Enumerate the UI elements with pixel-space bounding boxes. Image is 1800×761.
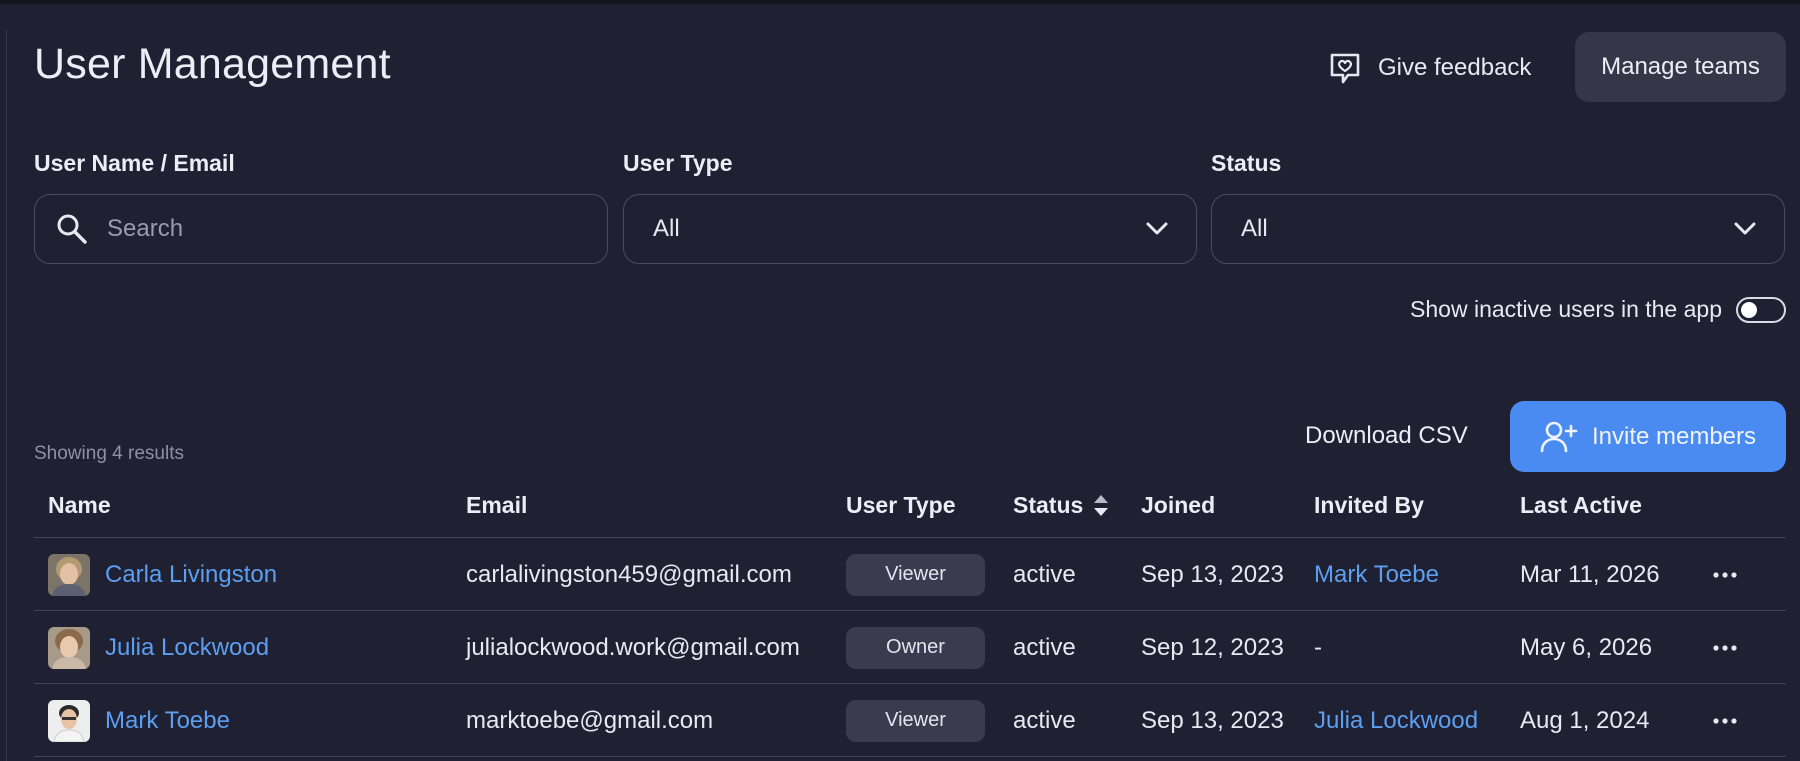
show-inactive-toggle[interactable] — [1736, 296, 1786, 323]
column-header-name[interactable]: Name — [48, 492, 111, 519]
user-type-badge: Owner — [846, 626, 985, 669]
more-options-button[interactable] — [1712, 538, 1738, 611]
give-feedback-button[interactable]: Give feedback — [1318, 40, 1588, 96]
invited-by-link[interactable]: Mark Toebe — [1314, 561, 1439, 589]
name-cell: Mark Toebe — [48, 684, 230, 757]
last-active-cell: Aug 1, 2024 — [1520, 706, 1650, 734]
name-cell: Carla Livingston — [48, 538, 277, 611]
status-label: Status — [1211, 150, 1282, 176]
table-row: Mark Toebe marktoebe@gmail.com Viewer ac… — [34, 684, 1786, 757]
column-header-joined[interactable]: Joined — [1141, 492, 1215, 519]
user-type-badge: Viewer — [846, 699, 985, 742]
user-name-link[interactable]: Mark Toebe — [105, 707, 230, 735]
last-active-cell: Mar 11, 2026 — [1520, 560, 1660, 588]
user-type-badge: Viewer — [846, 553, 985, 596]
status-value: All — [1241, 215, 1268, 242]
user-name-link[interactable]: Carla Livingston — [105, 561, 277, 589]
avatar — [48, 553, 90, 596]
search-field[interactable] — [34, 194, 608, 264]
invite-members-label: Invite members — [1591, 422, 1757, 450]
avatar — [48, 699, 90, 742]
give-feedback-label: Give feedback — [1378, 54, 1532, 81]
column-header-user-type[interactable]: User Type — [846, 492, 956, 519]
chevron-down-icon — [1734, 222, 1756, 235]
avatar — [48, 626, 90, 669]
users-table: Name Email User Type Status Joined Invit… — [34, 478, 1786, 757]
user-type-cell: Viewer — [846, 538, 985, 611]
status-cell: active — [1013, 633, 1076, 661]
table-header: Name Email User Type Status Joined Invit… — [34, 478, 1786, 538]
results-count: Showing 4 results — [34, 443, 184, 464]
column-header-last-active[interactable]: Last Active — [1520, 492, 1642, 519]
more-horizontal-icon — [1713, 717, 1737, 724]
show-inactive-row: Show inactive users in the app — [1410, 296, 1786, 323]
chevron-down-icon — [1146, 222, 1168, 235]
search-input[interactable] — [107, 215, 547, 243]
column-header-email[interactable]: Email — [466, 492, 527, 519]
joined-cell: Sep 13, 2023 — [1141, 706, 1284, 734]
left-divider — [6, 30, 7, 761]
invited-by-cell: Julia Lockwood — [1314, 684, 1478, 757]
user-management-page: User Management Give feedback Manage tea… — [34, 0, 1786, 761]
status-cell: active — [1013, 706, 1076, 734]
user-name-email-label: User Name / Email — [34, 150, 235, 176]
invite-members-button[interactable]: Invite members — [1510, 401, 1786, 472]
more-options-button[interactable] — [1712, 684, 1738, 757]
user-type-label: User Type — [623, 150, 733, 176]
user-type-value: All — [653, 215, 680, 242]
status-cell: active — [1013, 560, 1076, 588]
email-cell: marktoebe@gmail.com — [466, 706, 714, 734]
table-row: Julia Lockwood julialockwood.work@gmail.… — [34, 611, 1786, 684]
more-horizontal-icon — [1713, 571, 1737, 578]
page-title: User Management — [34, 40, 391, 88]
column-header-invited-by[interactable]: Invited By — [1314, 492, 1424, 519]
email-cell: julialockwood.work@gmail.com — [466, 633, 800, 661]
user-type-select[interactable]: All — [623, 194, 1197, 264]
manage-teams-button[interactable]: Manage teams — [1575, 32, 1786, 102]
user-name-link[interactable]: Julia Lockwood — [105, 634, 269, 662]
invited-by-cell: - — [1314, 633, 1322, 661]
sort-icon — [1094, 494, 1109, 516]
invited-by-cell: Mark Toebe — [1314, 538, 1439, 611]
email-cell: carlalivingston459@gmail.com — [466, 560, 792, 588]
toggle-knob — [1741, 301, 1757, 318]
user-type-cell: Viewer — [846, 684, 985, 757]
invited-by-link[interactable]: Julia Lockwood — [1314, 707, 1478, 735]
status-select[interactable]: All — [1211, 194, 1785, 264]
joined-cell: Sep 12, 2023 — [1141, 633, 1284, 661]
last-active-cell: May 6, 2026 — [1520, 633, 1653, 661]
feedback-heart-icon — [1330, 53, 1360, 84]
column-header-status-label: Status — [1013, 492, 1084, 518]
show-inactive-label: Show inactive users in the app — [1410, 296, 1722, 322]
more-options-button[interactable] — [1712, 611, 1738, 684]
user-type-cell: Owner — [846, 611, 985, 684]
name-cell: Julia Lockwood — [48, 611, 269, 684]
add-user-icon — [1540, 421, 1578, 452]
column-header-status[interactable]: Status — [1013, 492, 1109, 519]
search-icon — [57, 214, 87, 244]
download-csv-button[interactable]: Download CSV — [1305, 408, 1468, 464]
joined-cell: Sep 13, 2023 — [1141, 560, 1284, 588]
table-row: Carla Livingston carlalivingston459@gmai… — [34, 538, 1786, 611]
more-horizontal-icon — [1713, 644, 1737, 651]
